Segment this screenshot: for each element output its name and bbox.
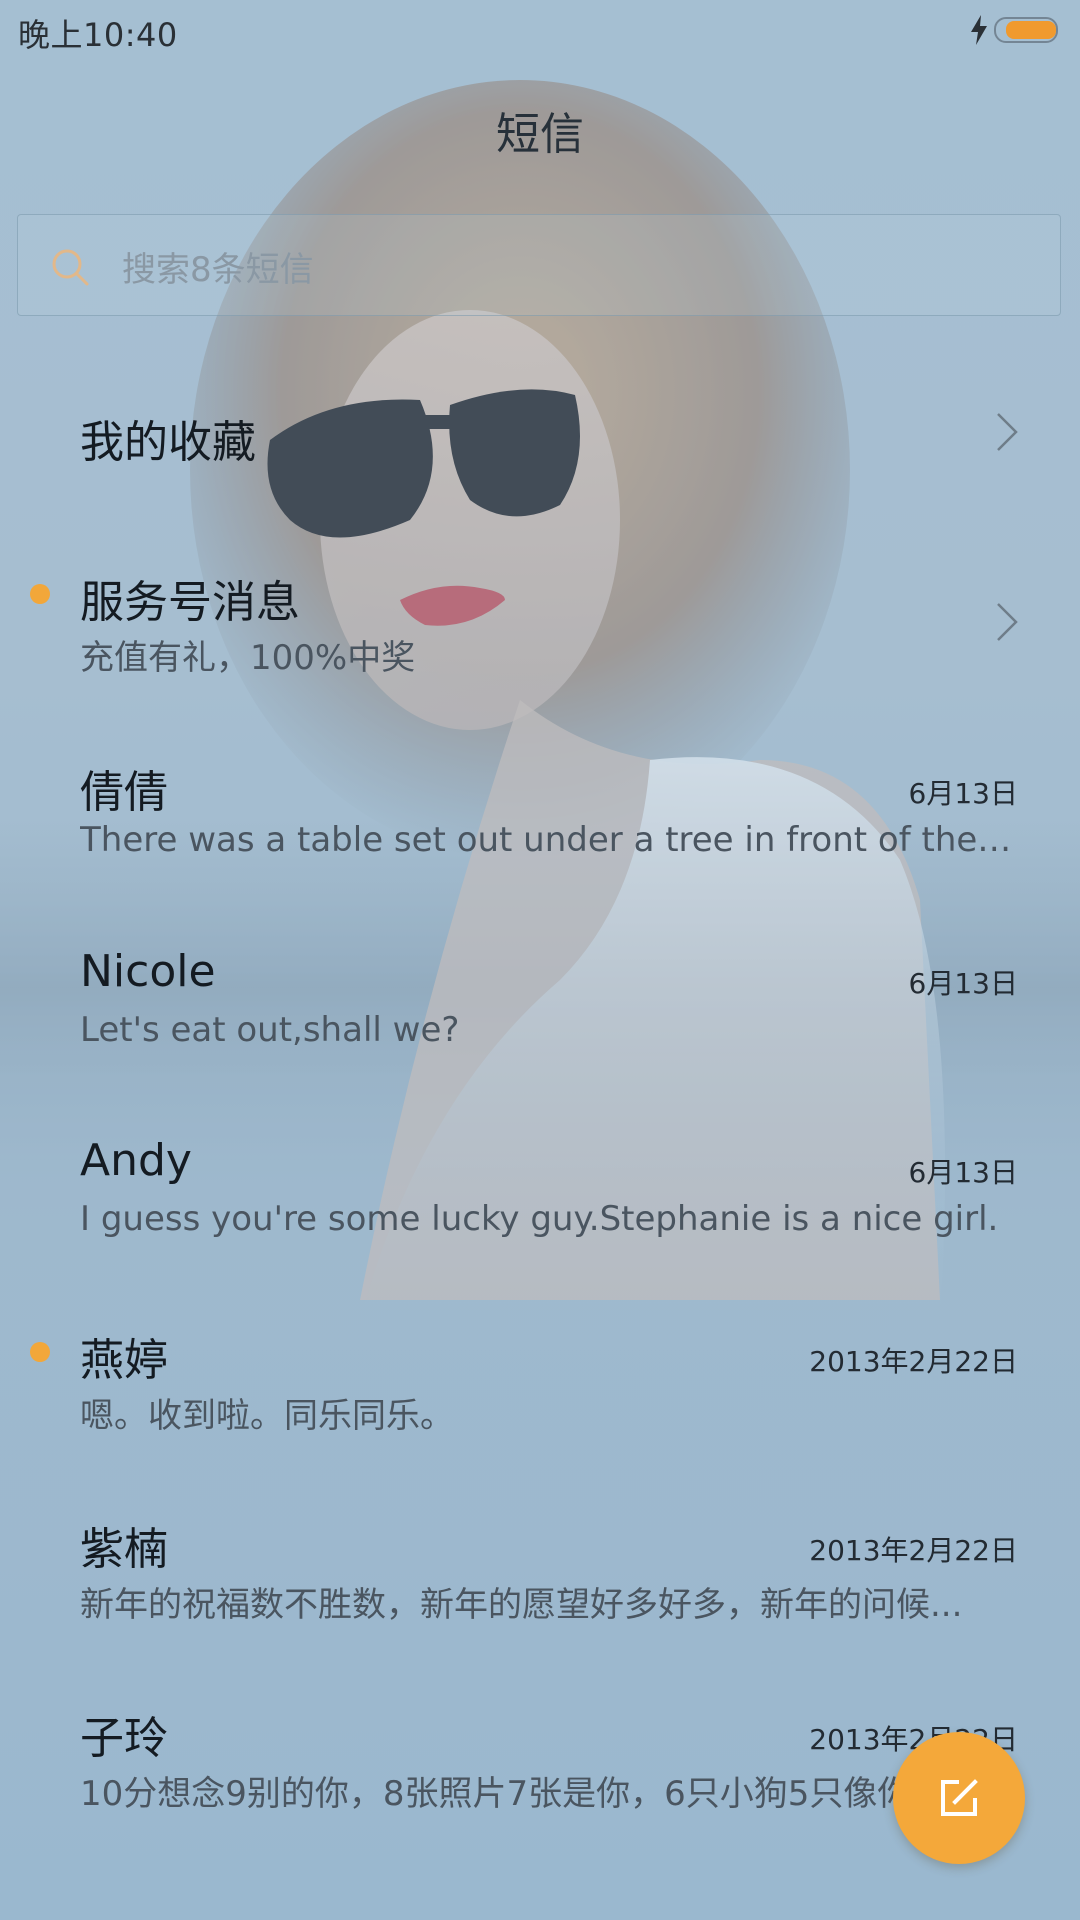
compose-icon — [941, 1779, 978, 1816]
list-item-service-messages[interactable]: 服务号消息 充值有礼，100%中奖 — [0, 526, 1080, 716]
unread-dot — [30, 1342, 50, 1362]
row-title: 紫楠 — [80, 1524, 168, 1575]
chevron-right-icon — [997, 413, 1018, 451]
battery-icon — [994, 17, 1058, 43]
row-preview: 新年的祝福数不胜数，新年的愿望好多好多，新年的问候... — [80, 1585, 963, 1625]
row-title: 我的收藏 — [80, 417, 256, 468]
conversation-item[interactable]: Andy 6月13日 I guess you're some lucky guy… — [0, 1095, 1080, 1285]
search-input[interactable]: 搜索8条短信 — [17, 214, 1061, 316]
row-preview: I guess you're some lucky guy.Stephanie … — [80, 1199, 999, 1239]
row-title: 倩倩 — [80, 767, 168, 818]
row-preview: 10分想念9别的你，8张照片7张是你，6只小狗5只像你 — [80, 1774, 912, 1814]
unread-dot — [30, 584, 50, 604]
row-date: 6月13日 — [908, 967, 1018, 1000]
chevron-right-icon — [997, 603, 1018, 641]
charging-icon — [971, 15, 987, 45]
row-title: Andy — [80, 1135, 192, 1186]
conversation-item[interactable]: 紫楠 2013年2月22日 新年的祝福数不胜数，新年的愿望好多好多，新年的问候.… — [0, 1473, 1080, 1663]
status-bar: 晚上10:40 — [0, 0, 1080, 62]
conversation-item[interactable]: 燕婷 2013年2月22日 嗯。收到啦。同乐同乐。 — [0, 1284, 1080, 1474]
row-date: 2013年2月22日 — [809, 1534, 1018, 1567]
row-date: 2013年2月22日 — [809, 1345, 1018, 1378]
row-preview: There was a table set out under a tree i… — [80, 820, 1015, 860]
conversation-item[interactable]: Nicole 6月13日 Let's eat out,shall we? — [0, 906, 1080, 1096]
status-time: 晚上10:40 — [18, 16, 178, 54]
row-date: 6月13日 — [908, 777, 1018, 810]
screen: 晚上10:40 短信 搜索8条短信 我的收藏 服务号消息 充值有礼，100%中奖 — [0, 0, 1080, 1920]
row-title: 服务号消息 — [80, 577, 300, 628]
list-item-favorites[interactable]: 我的收藏 — [0, 336, 1080, 526]
search-icon — [52, 249, 89, 286]
compose-button[interactable] — [893, 1732, 1025, 1864]
page-title: 短信 — [496, 109, 584, 160]
row-preview: 嗯。收到啦。同乐同乐。 — [80, 1396, 454, 1436]
conversation-item[interactable]: 倩倩 6月13日 There was a table set out under… — [0, 716, 1080, 906]
row-preview: Let's eat out,shall we? — [80, 1010, 460, 1050]
row-preview: 充值有礼，100%中奖 — [80, 638, 416, 678]
row-title: 燕婷 — [80, 1335, 168, 1386]
search-placeholder: 搜索8条短信 — [122, 250, 314, 290]
row-title: Nicole — [80, 946, 216, 997]
row-title: 子玲 — [80, 1713, 168, 1764]
row-date: 6月13日 — [908, 1156, 1018, 1189]
